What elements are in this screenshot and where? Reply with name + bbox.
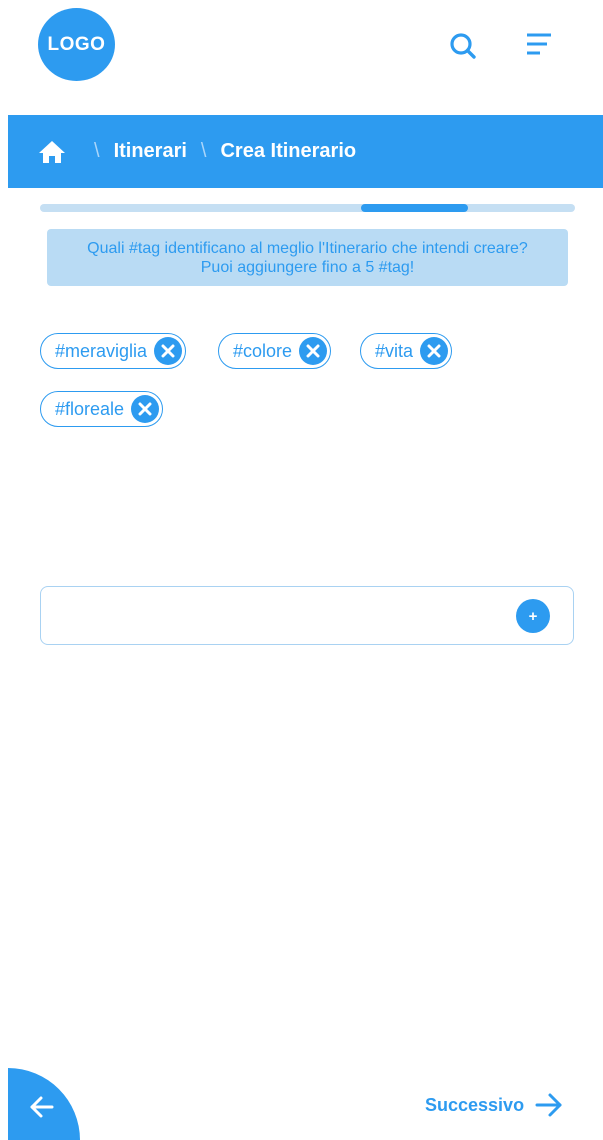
close-icon <box>161 344 175 358</box>
tag-chip: #floreale <box>40 391 164 427</box>
remove-tag-button[interactable] <box>131 395 160 423</box>
breadcrumb: \ Itinerari \ Crea Itinerario <box>8 115 603 188</box>
arrow-right-icon <box>535 1093 562 1117</box>
remove-tag-button[interactable] <box>420 337 449 365</box>
next-button[interactable]: Successivo <box>425 1090 564 1120</box>
progress-bar <box>40 204 575 212</box>
logo[interactable]: LOGO <box>38 8 115 81</box>
logo-text: LOGO <box>47 33 106 55</box>
tag-label: #vita <box>375 340 414 361</box>
close-icon <box>138 402 152 416</box>
tag-input-container: + <box>40 586 574 645</box>
menu-button[interactable] <box>520 30 554 64</box>
next-label: Successivo <box>425 1094 525 1115</box>
info-line-1: Quali #tag identificano al meglio l'Itin… <box>87 239 528 257</box>
menu-icon <box>527 33 551 55</box>
close-icon <box>427 344 441 358</box>
search-button[interactable] <box>447 30 481 64</box>
close-icon <box>306 344 320 358</box>
tag-input[interactable] <box>53 597 507 635</box>
back-button[interactable] <box>8 1068 80 1140</box>
breadcrumb-separator: \ <box>200 140 207 162</box>
page: LOGO \ Itinerari \ Crea Itinerario Quali… <box>0 0 603 1140</box>
info-line-2: Puoi aggiungere fino a 5 #tag! <box>200 258 415 276</box>
progress-fill <box>361 204 468 212</box>
tag-label: #colore <box>233 340 293 361</box>
remove-tag-button[interactable] <box>154 337 183 365</box>
home-icon[interactable] <box>38 139 66 165</box>
tag-chip: #colore <box>218 333 332 369</box>
tag-chip: #vita <box>360 333 453 369</box>
tag-label: #meraviglia <box>55 340 148 361</box>
tag-label: #floreale <box>55 398 125 419</box>
info-message: Quali #tag identificano al meglio l'Itin… <box>47 229 568 286</box>
breadcrumb-item-crea-itinerario: Crea Itinerario <box>220 140 357 162</box>
search-icon <box>450 33 476 59</box>
plus-icon: + <box>528 607 538 625</box>
breadcrumb-separator: \ <box>94 140 100 162</box>
add-tag-button[interactable]: + <box>516 599 550 633</box>
remove-tag-button[interactable] <box>299 337 328 365</box>
breadcrumb-item-itinerari[interactable]: Itinerari <box>114 140 187 163</box>
arrow-left-icon <box>30 1096 54 1118</box>
tag-chip: #meraviglia <box>40 333 187 369</box>
